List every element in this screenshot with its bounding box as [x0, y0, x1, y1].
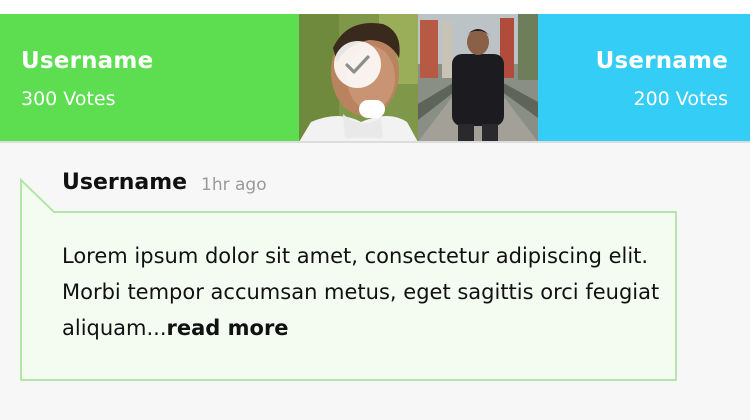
comment-timestamp: 1hr ago	[201, 175, 267, 195]
comment-text: Lorem ipsum dolor sit amet, consectetur …	[62, 244, 660, 340]
comment-body: Lorem ipsum dolor sit amet, consectetur …	[62, 238, 662, 346]
read-more-link[interactable]: read more	[167, 316, 289, 340]
comment-bubble	[20, 177, 677, 381]
comment-author[interactable]: Username	[62, 170, 187, 195]
